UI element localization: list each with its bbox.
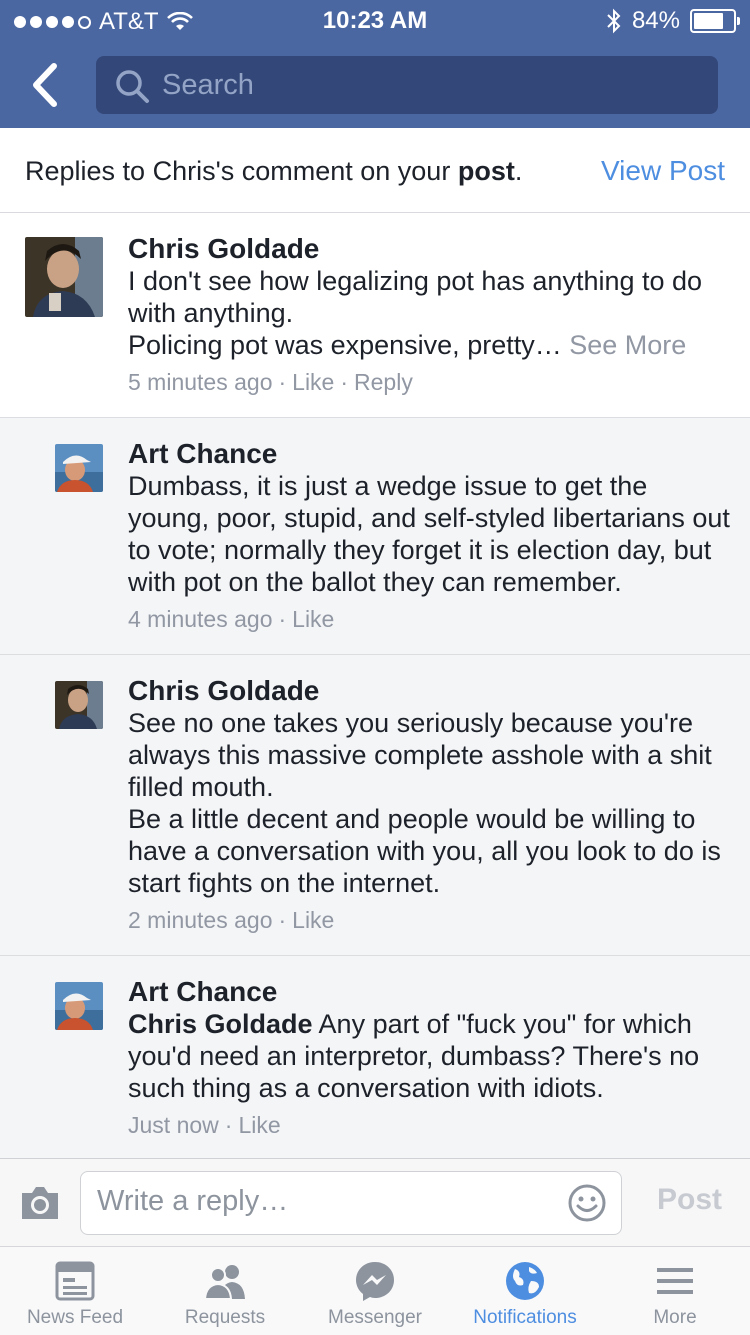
comment-meta: Just now · Like	[128, 1112, 281, 1138]
avatar[interactable]	[25, 237, 103, 317]
tab-label: News Feed	[26, 1307, 124, 1328]
battery-percent: 84%	[631, 7, 680, 34]
avatar[interactable]	[55, 681, 103, 729]
like-link[interactable]: Like	[292, 907, 334, 933]
tab-label: More	[653, 1307, 697, 1328]
see-more-link[interactable]: See More	[569, 330, 686, 360]
search-placeholder: Search	[162, 69, 254, 101]
reply-item: Art Chance Chris Goldade Any part of "fu…	[0, 956, 750, 1158]
camera-icon[interactable]	[18, 1183, 62, 1223]
comment-timestamp: 2 minutes ago	[128, 907, 273, 933]
comment-text: Chris Goldade Any part of "fuck you" for…	[128, 1009, 700, 1103]
tab-label: Notifications	[473, 1307, 577, 1328]
comment-item: Chris Goldade I don't see how legalizing…	[0, 213, 750, 418]
reply-composer: Write a reply… Post	[0, 1158, 750, 1247]
reply-item: Chris Goldade See no one takes you serio…	[0, 655, 750, 956]
comment-thread[interactable]: Chris Goldade I don't see how legalizing…	[0, 213, 750, 1158]
emoji-icon[interactable]	[567, 1183, 607, 1223]
menu-icon	[657, 1268, 693, 1294]
tab-label: Requests	[184, 1307, 266, 1328]
comment-author[interactable]: Art Chance	[128, 438, 730, 470]
comment-author[interactable]: Art Chance	[128, 976, 730, 1008]
search-icon	[116, 70, 149, 103]
globe-icon	[506, 1262, 544, 1300]
like-link[interactable]: Like	[238, 1112, 280, 1138]
tab-requests[interactable]: Requests	[150, 1247, 300, 1335]
comment-meta: 2 minutes ago · Like	[128, 907, 335, 933]
comment-meta: 4 minutes ago · Like	[128, 606, 335, 632]
comment-timestamp: 4 minutes ago	[128, 606, 273, 632]
tab-bar: News Feed Requests Messenger Notificatio…	[0, 1246, 750, 1335]
reply-input[interactable]: Write a reply…	[80, 1171, 622, 1235]
tab-notifications[interactable]: Notifications	[450, 1247, 600, 1335]
status-bar: AT&T 10:23 AM 84%	[0, 0, 750, 42]
mention-link[interactable]: Chris Goldade	[128, 1009, 313, 1039]
comment-text: I don't see how legalizing pot has anyth…	[128, 266, 703, 360]
back-chevron-icon[interactable]	[22, 58, 72, 112]
reply-item: Art Chance Dumbass, it is just a wedge i…	[0, 418, 750, 655]
avatar[interactable]	[55, 982, 103, 1030]
status-right: 84%	[606, 7, 740, 35]
tab-messenger[interactable]: Messenger	[300, 1247, 450, 1335]
comment-meta: 5 minutes ago · Like · Reply	[128, 369, 413, 395]
messenger-icon	[356, 1262, 394, 1301]
tab-news-feed[interactable]: News Feed	[0, 1247, 150, 1335]
tab-more[interactable]: More	[600, 1247, 750, 1335]
reply-link[interactable]: Reply	[354, 369, 413, 395]
comment-timestamp: 5 minutes ago	[128, 369, 273, 395]
like-link[interactable]: Like	[292, 369, 334, 395]
like-link[interactable]: Like	[292, 606, 334, 632]
battery-icon	[690, 9, 740, 33]
top-bar: AT&T 10:23 AM 84% Search	[0, 0, 750, 128]
news-feed-icon	[55, 1261, 95, 1301]
friend-requests-icon	[203, 1265, 245, 1300]
comment-text: See no one takes you seriously because y…	[128, 708, 721, 898]
comment-author[interactable]: Chris Goldade	[128, 675, 730, 707]
search-input[interactable]: Search	[96, 56, 718, 114]
comment-timestamp: Just now	[128, 1112, 219, 1138]
comment-author[interactable]: Chris Goldade	[128, 233, 730, 265]
context-description: Replies to Chris's comment on your post.	[25, 156, 523, 186]
comment-text: Dumbass, it is just a wedge issue to get…	[128, 471, 730, 597]
reply-placeholder: Write a reply…	[97, 1185, 289, 1217]
view-post-link[interactable]: View Post	[601, 155, 725, 187]
avatar[interactable]	[55, 444, 103, 492]
context-header: Replies to Chris's comment on your post.…	[0, 128, 750, 213]
bluetooth-icon	[607, 8, 621, 34]
tab-label: Messenger	[328, 1307, 422, 1328]
post-button[interactable]: Post	[657, 1183, 722, 1217]
